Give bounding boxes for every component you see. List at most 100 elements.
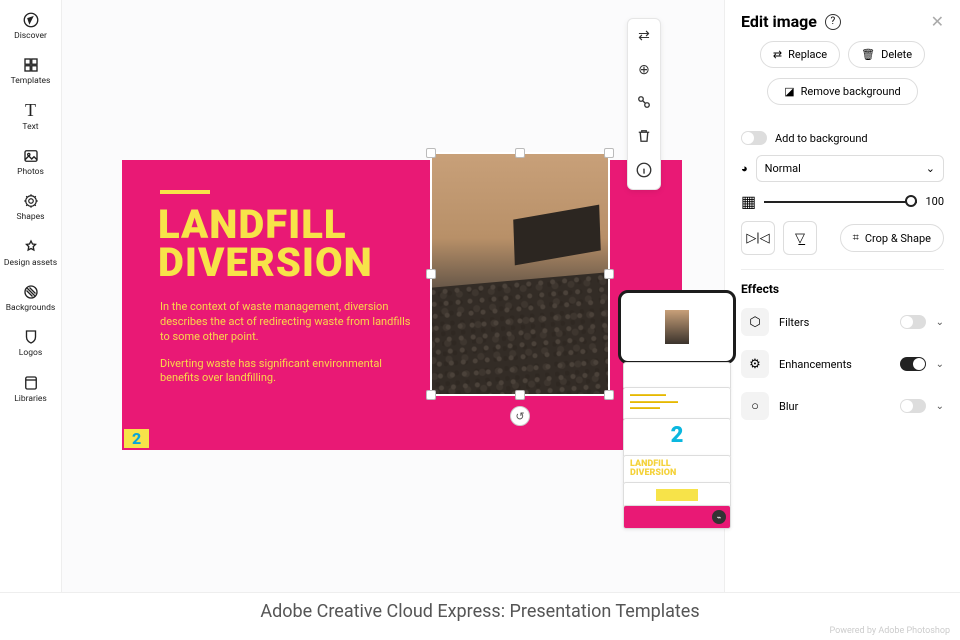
resize-handle-ml[interactable] — [426, 269, 436, 279]
slider-knob[interactable] — [905, 195, 917, 207]
logos-icon — [21, 327, 41, 347]
sidebar-item-text[interactable]: T Text — [1, 101, 61, 132]
trash-icon: 🗑 — [861, 48, 875, 61]
crop-icon: ⌗ — [853, 231, 859, 245]
slide-thumb[interactable]: ▬▬▬▬▬▬▬▬▬▬▬▬▬▬▬▬▬▬▬ — [623, 387, 731, 421]
trash-icon — [635, 127, 653, 149]
chevron-down-icon: ⌄ — [936, 401, 944, 412]
scale-button[interactable] — [633, 93, 655, 115]
close-icon[interactable]: ✕ — [931, 12, 944, 31]
sidebar-label: Photos — [17, 168, 44, 177]
effect-blur[interactable]: ○ Blur ⌄ — [741, 390, 944, 422]
effect-label: Enhancements — [779, 358, 852, 371]
sidebar-label: Libraries — [14, 395, 47, 404]
remove-background-button[interactable]: ◪ Remove background — [767, 78, 917, 105]
sidebar-label: Backgrounds — [6, 304, 56, 313]
selected-image[interactable]: ↺ — [430, 152, 610, 396]
photo-dump-truck — [432, 154, 608, 394]
sidebar-item-photos[interactable]: Photos — [1, 146, 61, 177]
flip-v-icon: ▽̲ — [795, 231, 805, 246]
resize-handle-tm[interactable] — [515, 148, 525, 158]
enhancements-toggle[interactable] — [900, 357, 926, 371]
paragraph-2: Diverting waste has significant environm… — [160, 357, 415, 387]
flip-h-icon: ▷|◁ — [746, 231, 769, 246]
thumb-title2: DIVERSION — [630, 468, 676, 478]
sidebar-label: Text — [22, 123, 38, 132]
compass-icon — [21, 10, 41, 30]
flip-vertical-button[interactable]: ▽̲ — [783, 221, 817, 255]
templates-icon — [21, 55, 41, 75]
replace-button[interactable]: ⇄Replace — [760, 41, 840, 68]
blend-mode-value: Normal — [765, 162, 801, 175]
blur-toggle[interactable] — [900, 399, 926, 413]
page-number: 2 — [124, 429, 149, 448]
info-button[interactable] — [633, 161, 655, 183]
sidebar-label: Templates — [11, 77, 51, 86]
chevron-down-icon: ⌄ — [936, 359, 944, 370]
sidebar-item-logos[interactable]: Logos — [1, 327, 61, 358]
swap-icon: ⇄ — [638, 28, 650, 44]
resize-handle-bl[interactable] — [426, 390, 436, 400]
sidebar-item-discover[interactable]: Discover — [1, 10, 61, 41]
resize-handle-tl[interactable] — [426, 148, 436, 158]
delete-label: Delete — [881, 48, 912, 61]
resize-handle-mr[interactable] — [604, 269, 614, 279]
paragraph-1: In the context of waste management, dive… — [160, 300, 415, 345]
add-button[interactable]: ⊕ — [633, 59, 655, 81]
effect-filters[interactable]: ⬡ Filters ⌄ — [741, 306, 944, 338]
powered-by: Powered by Adobe Photoshop — [0, 626, 960, 640]
shapes-icon — [21, 191, 41, 211]
sidebar-label: Design assets — [4, 259, 57, 268]
slide-thumb[interactable]: 2 — [623, 418, 731, 458]
add-to-bg-label: Add to background — [775, 132, 868, 145]
slide-thumb[interactable]: ⌁ — [623, 505, 731, 529]
filters-toggle[interactable] — [900, 315, 926, 329]
flip-horizontal-button[interactable]: ▷|◁ — [741, 221, 775, 255]
slide-thumb[interactable]: LANDFILLDIVERSION — [623, 455, 731, 485]
edit-image-panel: Edit image ? ✕ ⇄Replace 🗑Delete ◪Remove … — [724, 0, 960, 592]
design-assets-icon — [21, 237, 41, 257]
delete-button[interactable]: 🗑 Delete — [848, 41, 925, 68]
blend-icon: ◕ — [741, 162, 748, 175]
sidebar-item-backgrounds[interactable]: Backgrounds — [1, 282, 61, 313]
add-to-background-toggle[interactable] — [741, 131, 767, 145]
remove-bg-label: Remove background — [801, 85, 901, 98]
replace-label: Replace — [788, 48, 827, 61]
swap-button[interactable]: ⇄ — [633, 25, 655, 47]
blur-icon: ○ — [741, 392, 769, 420]
slide-body[interactable]: In the context of waste management, dive… — [160, 300, 415, 398]
accent-bar — [160, 190, 210, 194]
chevron-down-icon: ⌄ — [926, 162, 935, 175]
sidebar-item-shapes[interactable]: Shapes — [1, 191, 61, 222]
effect-enhancements[interactable]: ⚙ Enhancements ⌄ — [741, 348, 944, 380]
filters-icon: ⬡ — [741, 308, 769, 336]
blend-mode-select[interactable]: Normal ⌄ — [756, 155, 944, 182]
scale-icon — [635, 93, 653, 115]
device-preview[interactable] — [618, 290, 736, 364]
text-icon: T — [21, 101, 41, 121]
crop-shape-button[interactable]: ⌗Crop & Shape — [840, 224, 944, 252]
rotate-handle[interactable]: ↺ — [510, 406, 530, 426]
remove-bg-icon: ◪ — [784, 85, 794, 98]
resize-handle-tr[interactable] — [604, 148, 614, 158]
delete-button[interactable] — [633, 127, 655, 149]
yellow-chip — [656, 489, 698, 501]
plus-circle-icon: ⊕ — [638, 62, 650, 78]
floating-toolbar: ⇄ ⊕ — [627, 18, 661, 190]
effect-label: Blur — [779, 400, 798, 413]
sidebar-item-libraries[interactable]: Libraries — [1, 373, 61, 404]
sidebar-label: Logos — [19, 349, 42, 358]
resize-handle-br[interactable] — [604, 390, 614, 400]
opacity-icon: ▦ — [741, 192, 756, 211]
resize-handle-bm[interactable] — [515, 390, 525, 400]
opacity-slider[interactable] — [764, 201, 917, 203]
opacity-value: 100 — [925, 195, 944, 208]
info-icon — [635, 161, 653, 183]
help-icon[interactable]: ? — [825, 14, 841, 30]
slide-thumb[interactable] — [623, 362, 731, 390]
hatch-circle-icon: ⌁ — [712, 510, 726, 524]
canvas[interactable]: LANDFILL DIVERSION In the context of was… — [62, 0, 724, 592]
slide-title[interactable]: LANDFILL DIVERSION — [158, 206, 373, 282]
sidebar-item-templates[interactable]: Templates — [1, 55, 61, 86]
sidebar-item-design-assets[interactable]: Design assets — [1, 237, 61, 268]
